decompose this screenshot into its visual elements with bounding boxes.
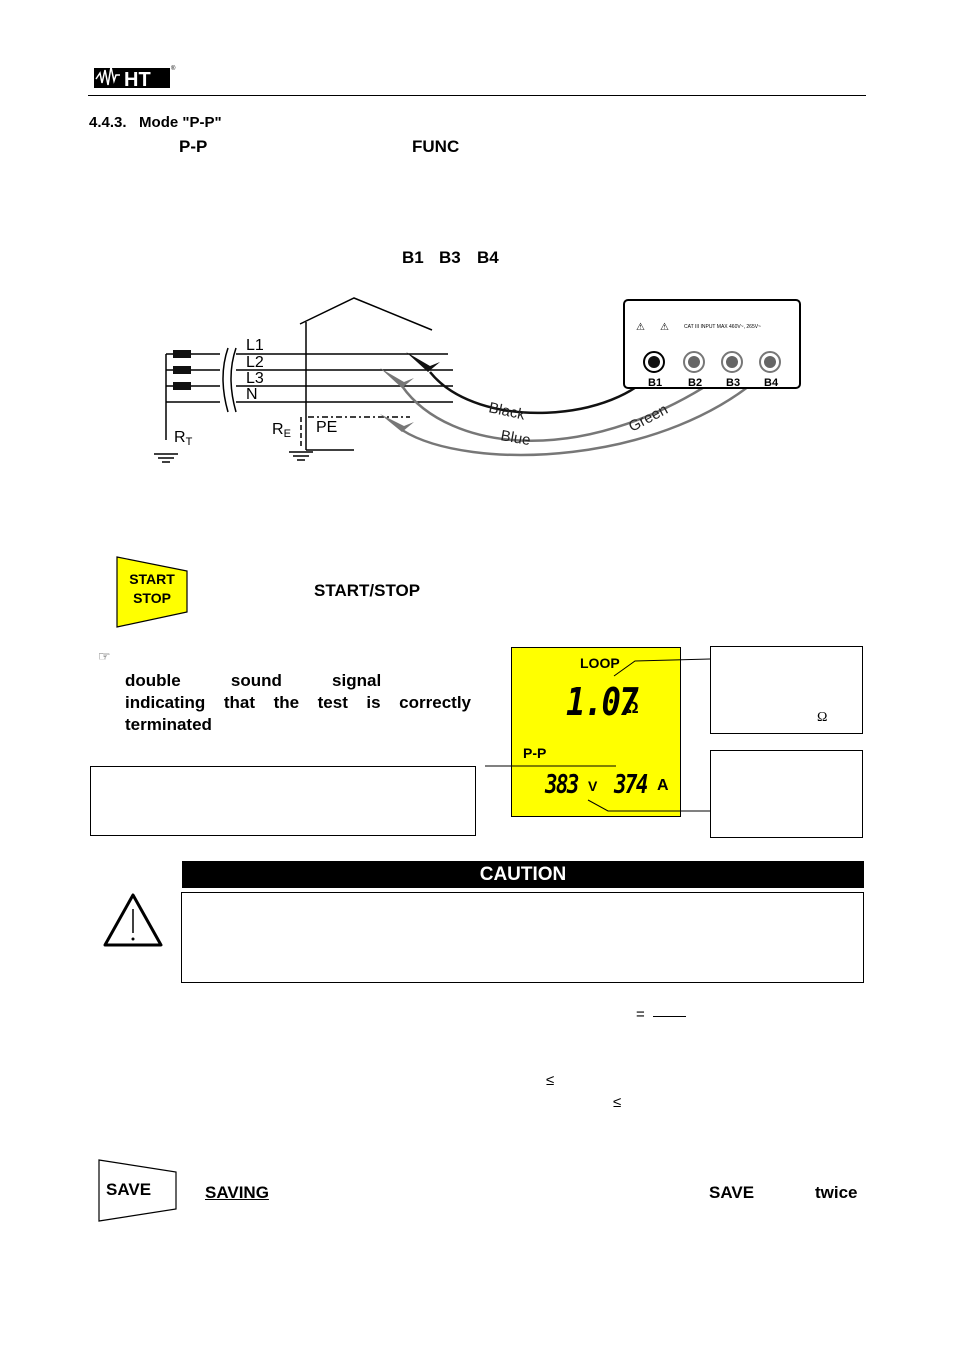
warning-icon-1: ⚠ <box>636 322 645 333</box>
fraction-bar <box>653 1016 686 1017</box>
ground-symbol-re-icon <box>289 451 313 461</box>
connection-diagram: RT L1 L2 L3 N PE RE Black Blue Green ⚠ ⚠… <box>154 297 801 463</box>
black-lead <box>429 367 658 415</box>
pe-label: PE <box>316 419 337 436</box>
label-l1: L1 <box>246 337 264 354</box>
line-break-symbol <box>222 347 229 413</box>
re-label: R <box>272 421 284 438</box>
label-black-lead: Black <box>487 399 527 423</box>
rt-sub: T <box>186 436 193 448</box>
label-n: N <box>246 386 258 403</box>
terminal-b1-keyword: B1 <box>402 248 424 267</box>
warning-triangle-icon <box>103 893 163 947</box>
re-sub: E <box>284 428 291 440</box>
twice-keyword: twice <box>815 1183 858 1202</box>
fuse-l2 <box>166 366 220 374</box>
instrument-rating-text: CAT III INPUT MAX 460V~, 265V~ <box>684 324 761 330</box>
values-callout-box <box>710 750 863 838</box>
callout-leaders <box>485 658 711 812</box>
terminal-b3-keyword: B3 <box>439 248 461 267</box>
ground-symbol-rt-icon <box>154 453 178 463</box>
pointing-hand-icon: ☞ <box>98 648 111 664</box>
warning-icon-2: ⚠ <box>660 322 669 333</box>
svg-text:RE: RE <box>272 421 291 440</box>
start-stop-keyword: START/STOP <box>314 581 421 600</box>
instrument-panel <box>623 299 801 389</box>
save-key-label[interactable]: SAVE <box>106 1180 151 1200</box>
svg-text:RT: RT <box>174 429 193 448</box>
label-b1: B1 <box>648 377 662 389</box>
func-key-keyword: FUNC <box>412 137 460 156</box>
logo-text: HT <box>124 69 151 89</box>
house-roof <box>299 297 433 331</box>
loop-callout-unit: Ω <box>817 710 828 725</box>
leader-values <box>587 799 710 812</box>
label-b2: B2 <box>688 377 702 389</box>
saving-heading: SAVING <box>205 1183 269 1202</box>
start-stop-key-label[interactable]: START STOP <box>116 570 188 608</box>
less-equal-symbol-1: ≤ <box>546 1072 555 1089</box>
leader-loop <box>613 658 711 677</box>
label-l3: L3 <box>246 370 264 387</box>
note-text: double sound signal indicating that the … <box>125 671 471 734</box>
label-b3: B3 <box>726 377 740 389</box>
terminal-b4-keyword: B4 <box>477 248 499 267</box>
label-blue-lead: Blue <box>499 427 532 449</box>
save-keyword: SAVE <box>709 1183 755 1202</box>
registered-mark: ® <box>171 65 176 72</box>
equals-symbol: = <box>636 1006 645 1023</box>
caution-body-box <box>181 892 864 983</box>
pp-description-box <box>90 766 476 836</box>
mode-keyword: P-P <box>179 137 208 156</box>
black-clip-icon <box>406 352 440 372</box>
ht-logo: HT ® <box>94 65 176 89</box>
header-divider <box>88 95 866 96</box>
less-equal-symbol-2: ≤ <box>613 1094 622 1111</box>
green-clip-icon <box>380 368 414 388</box>
fuse-l3 <box>166 382 220 390</box>
caution-title: CAUTION <box>182 861 864 888</box>
fuse-l1 <box>166 350 220 358</box>
section-title: 4.4.3. Mode "P-P" <box>89 114 222 131</box>
label-b4: B4 <box>764 377 779 389</box>
rt-label: R <box>174 429 186 446</box>
label-l2: L2 <box>246 354 264 371</box>
loop-callout-box <box>710 646 863 734</box>
